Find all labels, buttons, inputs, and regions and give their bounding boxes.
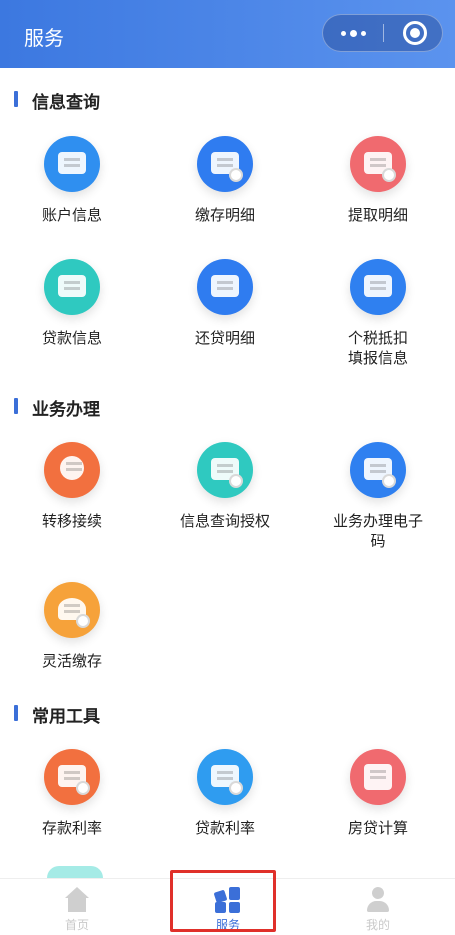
- item-label: 贷款利率: [194, 819, 255, 837]
- item-label: 信息查询授权: [179, 512, 270, 530]
- loan-rate-icon: [197, 749, 253, 805]
- service-flexible-deposit[interactable]: 灵活缴存: [0, 582, 147, 671]
- tab-home[interactable]: 首页: [27, 879, 127, 935]
- service-query-authorization[interactable]: 信息查询授权: [150, 442, 300, 531]
- flexible-deposit-icon: [44, 582, 100, 638]
- capsule-divider: [383, 24, 384, 42]
- item-label: 贷款信息: [41, 329, 102, 347]
- item-label: 还贷明细: [194, 329, 255, 347]
- item-label: 缴存明细: [194, 206, 255, 224]
- transfer-icon: [44, 442, 100, 498]
- section-title-business: 业务办理: [14, 395, 100, 420]
- item-label: 账户信息: [41, 206, 102, 224]
- deposit-rate-icon: [44, 749, 100, 805]
- tool-loan-rate[interactable]: 贷款利率: [150, 749, 300, 838]
- item-label: 灵活缴存: [41, 652, 102, 670]
- service-deposit-details[interactable]: 缴存明细: [150, 136, 300, 225]
- yuan-deposit-icon: [197, 136, 253, 192]
- ecode-icon: [350, 442, 406, 498]
- repay-icon: [197, 259, 253, 315]
- calculator-icon: [350, 749, 406, 805]
- service-electronic-code[interactable]: 业务办理电子 码: [303, 442, 453, 551]
- service-tax-deduction[interactable]: 个税抵扣 填报信息: [303, 259, 453, 368]
- item-label: 个税抵扣 填报信息: [347, 329, 408, 367]
- page-title: 服务: [24, 26, 64, 50]
- tab-label: 首页: [64, 918, 89, 932]
- tool-mortgage-calculator[interactable]: 房贷计算: [303, 749, 453, 838]
- item-label: 转移接续: [41, 512, 102, 530]
- mini-program-capsule: [322, 14, 443, 52]
- user-icon: [365, 887, 391, 913]
- service-transfer[interactable]: 转移接续: [0, 442, 147, 531]
- highlight-annotation-box: [170, 870, 276, 932]
- service-repayment-details[interactable]: 还贷明细: [150, 259, 300, 348]
- section-title-info-query: 信息查询: [14, 88, 100, 113]
- id-card-icon: [44, 136, 100, 192]
- service-withdraw-details[interactable]: 提取明细: [303, 136, 453, 225]
- item-label: 房贷计算: [347, 819, 408, 837]
- tax-icon: [350, 259, 406, 315]
- service-loan-info[interactable]: 贷款信息: [0, 259, 147, 348]
- partial-next-item-icon: [47, 866, 103, 878]
- more-dots-icon[interactable]: [323, 15, 383, 51]
- record-circle-icon[interactable]: [403, 21, 427, 45]
- section-title-tools: 常用工具: [14, 702, 100, 727]
- home-icon: [64, 887, 90, 913]
- item-label: 提取明细: [347, 206, 408, 224]
- authorize-icon: [197, 442, 253, 498]
- service-account-info[interactable]: 账户信息: [0, 136, 147, 225]
- loan-card-icon: [44, 259, 100, 315]
- tab-mine[interactable]: 我的: [328, 879, 428, 935]
- tab-label: 我的: [365, 918, 390, 932]
- top-navigation-bar: 服务: [0, 0, 455, 68]
- item-label: 业务办理电子 码: [332, 512, 423, 550]
- item-label: 存款利率: [41, 819, 102, 837]
- yuan-withdraw-icon: [350, 136, 406, 192]
- tool-deposit-rate[interactable]: 存款利率: [0, 749, 147, 838]
